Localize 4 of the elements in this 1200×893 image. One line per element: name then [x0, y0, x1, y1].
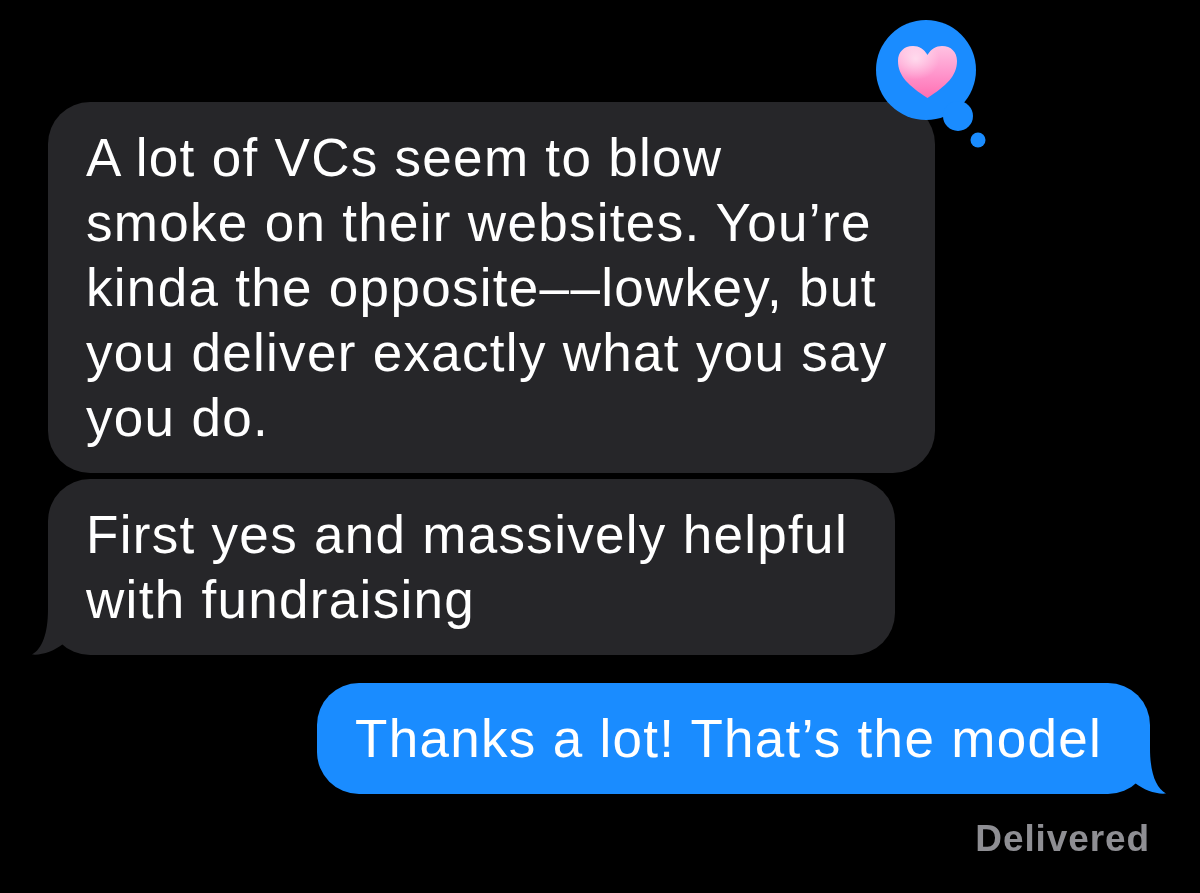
delivery-status: Delivered — [975, 817, 1150, 861]
message-text: A lot of VCs seem to blow smoke on their websites. You’re kinda the opposite––lowkey, but you deliver exactly what you say you do. — [86, 127, 889, 449]
message-text: First yes and massively helpful with fundraising — [86, 504, 849, 631]
message-text: Thanks a lot! That’s the model — [355, 708, 1104, 770]
